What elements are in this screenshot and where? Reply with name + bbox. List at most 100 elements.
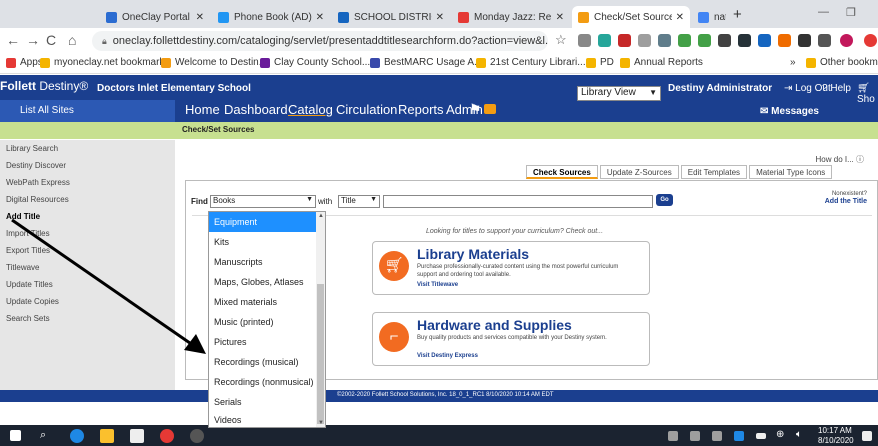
nav-home[interactable]: Home <box>185 102 220 117</box>
dropdown-option[interactable]: Music (printed) <box>209 312 317 332</box>
library-view-select[interactable]: Library View ▼ <box>577 86 661 101</box>
close-icon[interactable]: ✕ <box>556 12 564 23</box>
maximize-icon[interactable]: ❐ <box>846 6 856 19</box>
minimize-icon[interactable]: — <box>818 6 829 18</box>
sidebar-item-library-search[interactable]: Library Search <box>6 144 58 153</box>
volume-icon[interactable]: 🔈︎ <box>796 429 802 440</box>
network-icon[interactable]: ⊕ <box>776 429 784 440</box>
close-icon[interactable]: ✕ <box>196 12 204 23</box>
bookmark-annual-reports[interactable]: Annual Reports <box>620 57 703 68</box>
tab-oneclay-portal[interactable]: OneClay Portal ✕ <box>100 6 210 28</box>
search-input[interactable] <box>383 195 653 208</box>
extension-icon[interactable] <box>778 34 791 47</box>
flag-icon[interactable]: ⚑ <box>469 101 482 118</box>
bookmark-bestmarc[interactable]: BestMARC Usage A... <box>370 57 482 68</box>
notification-icon[interactable] <box>862 431 872 441</box>
puzzle-icon[interactable] <box>798 34 811 47</box>
how-do-i-link[interactable]: How do I... ⓘ <box>816 154 864 165</box>
nav-catalog[interactable]: Catalog <box>288 102 333 117</box>
store-icon[interactable] <box>130 429 144 443</box>
dropdown-option[interactable]: Mixed materials <box>209 292 317 312</box>
clock-time[interactable]: 10:17 AM <box>818 426 852 435</box>
bookmark-21st-century[interactable]: 21st Century Librari... <box>476 57 586 68</box>
nav-circulation[interactable]: Circulation <box>336 102 397 117</box>
bookmark-star-icon[interactable]: ☆ <box>555 32 567 48</box>
dropdown-option[interactable]: Maps, Globes, Atlases <box>209 272 317 292</box>
tab-edit-templates[interactable]: Edit Templates <box>680 165 748 179</box>
sidebar-item-update-copies[interactable]: Update Copies <box>6 297 59 306</box>
update-icon[interactable] <box>864 34 877 47</box>
sidebar-item-titlewave[interactable]: Titlewave <box>6 263 40 272</box>
sidebar-item-destiny-discover[interactable]: Destiny Discover <box>6 161 66 170</box>
promo-hardware-supplies[interactable]: ⌐ Hardware and Supplies Buy quality prod… <box>372 312 650 366</box>
extension-icon[interactable] <box>658 34 671 47</box>
edge-icon[interactable] <box>70 429 84 443</box>
tab-national-poetry[interactable]: national poetry mon <box>692 6 732 28</box>
tab-check-sources[interactable]: Check Sources <box>526 165 598 179</box>
tab-school-district[interactable]: SCHOOL DISTRICT C✕ <box>332 6 450 28</box>
sidebar-item-digital-resources[interactable]: Digital Resources <box>6 195 69 204</box>
sidebar-item-add-title[interactable]: Add Title <box>6 212 40 221</box>
go-button[interactable]: Go <box>656 194 673 206</box>
dropdown-option[interactable]: Serials <box>209 392 317 412</box>
tray-icon[interactable] <box>712 431 722 441</box>
close-icon[interactable]: ✕ <box>436 12 444 23</box>
tray-icon[interactable] <box>690 431 700 441</box>
nav-dashboard[interactable]: Dashboard <box>224 102 288 117</box>
search-icon[interactable]: ⌕ <box>40 429 46 442</box>
sidebar-item-webpath-express[interactable]: WebPath Express <box>6 178 70 187</box>
extension-icon[interactable] <box>678 34 691 47</box>
tray-icon[interactable] <box>668 431 678 441</box>
extension-icon[interactable] <box>758 34 771 47</box>
home-icon[interactable]: ⌂ <box>68 32 76 48</box>
tab-monday-jazz[interactable]: Monday Jazz: Re ✕ <box>452 6 570 28</box>
url-field[interactable]: 🔒︎ oneclay.follettdestiny.com/cataloging… <box>92 31 548 51</box>
file-explorer-icon[interactable] <box>100 429 114 443</box>
add-title-link[interactable]: Add the Title <box>825 198 867 205</box>
reload-icon[interactable]: C <box>46 32 56 48</box>
dropdown-option[interactable]: Kits <box>209 232 317 252</box>
back-icon[interactable]: ← <box>6 32 20 48</box>
dropdown-option[interactable]: Pictures <box>209 332 317 352</box>
clock-date[interactable]: 8/10/2020 <box>818 436 854 445</box>
visit-destiny-express-link[interactable]: Visit Destiny Express <box>417 353 478 359</box>
sidebar-item-search-sets[interactable]: Search Sets <box>6 314 50 323</box>
messages-link[interactable]: ✉ Messages <box>760 106 819 117</box>
extension-icon[interactable] <box>618 34 631 47</box>
extension-icon[interactable] <box>578 34 591 47</box>
extension-icon[interactable] <box>718 34 731 47</box>
bookmark-pd[interactable]: PD <box>586 57 614 68</box>
scroll-down-icon[interactable]: ▼ <box>318 420 324 426</box>
extension-icon[interactable] <box>598 34 611 47</box>
nav-reports[interactable]: Reports <box>398 102 444 117</box>
close-icon[interactable]: ✕ <box>676 12 684 23</box>
bookmark-destiny[interactable]: Welcome to Destin... <box>161 57 267 68</box>
tab-phone-book[interactable]: Phone Book (AD) ✕ <box>212 6 330 28</box>
dropdown-option[interactable]: Recordings (nonmusical) <box>209 372 317 392</box>
scroll-up-icon[interactable]: ▲ <box>318 213 324 219</box>
other-bookmarks[interactable]: Other bookmarks <box>806 57 878 68</box>
bookmark-myoneclay[interactable]: myoneclay.net bookmarks <box>40 57 169 68</box>
sidebar-item-export-titles[interactable]: Export Titles <box>6 246 50 255</box>
dropdown-option[interactable]: Videos <box>209 412 317 427</box>
scrollbar-thumb[interactable] <box>317 284 324 424</box>
bookmark-clay-county[interactable]: Clay County School... <box>260 57 370 68</box>
bookmark-apps[interactable]: Apps <box>6 57 43 68</box>
close-icon[interactable]: ✕ <box>316 12 324 23</box>
avatar[interactable] <box>840 34 853 47</box>
media-icon[interactable] <box>818 34 831 47</box>
battery-icon[interactable] <box>756 433 766 439</box>
dropdown-option[interactable]: Manuscripts <box>209 252 317 272</box>
sidebar-item-import-titles[interactable]: Import Titles <box>6 229 50 238</box>
chrome-icon[interactable] <box>160 429 174 443</box>
list-all-sites-link[interactable]: List All Sites <box>0 100 175 122</box>
extension-icon[interactable] <box>698 34 711 47</box>
dropdown-option[interactable]: Equipment <box>209 212 317 232</box>
visit-titlewave-link[interactable]: Visit Titlewave <box>417 282 458 288</box>
forward-icon[interactable]: → <box>26 32 40 48</box>
tab-material-type-icons[interactable]: Material Type Icons <box>749 165 833 179</box>
shop-link[interactable]: 🛒︎ Sho <box>857 83 878 105</box>
new-tab-icon[interactable]: + <box>733 6 742 23</box>
dropdown-option[interactable]: Recordings (musical) <box>209 352 317 372</box>
material-type-dropdown[interactable]: Equipment Kits Manuscripts Maps, Globes,… <box>208 211 326 428</box>
